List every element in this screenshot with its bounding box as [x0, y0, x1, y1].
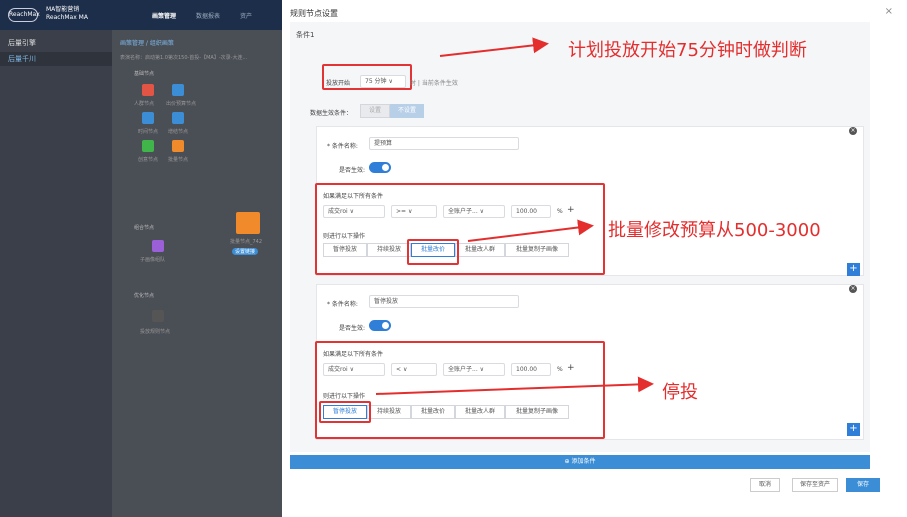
- annotation-text: 停投: [662, 382, 698, 403]
- annotation-text: 计划投放开始75分钟时做判断: [568, 40, 807, 61]
- annotation-text: 批量修改预算从500-3000: [608, 220, 821, 241]
- annotation-arrows: [375, 37, 654, 395]
